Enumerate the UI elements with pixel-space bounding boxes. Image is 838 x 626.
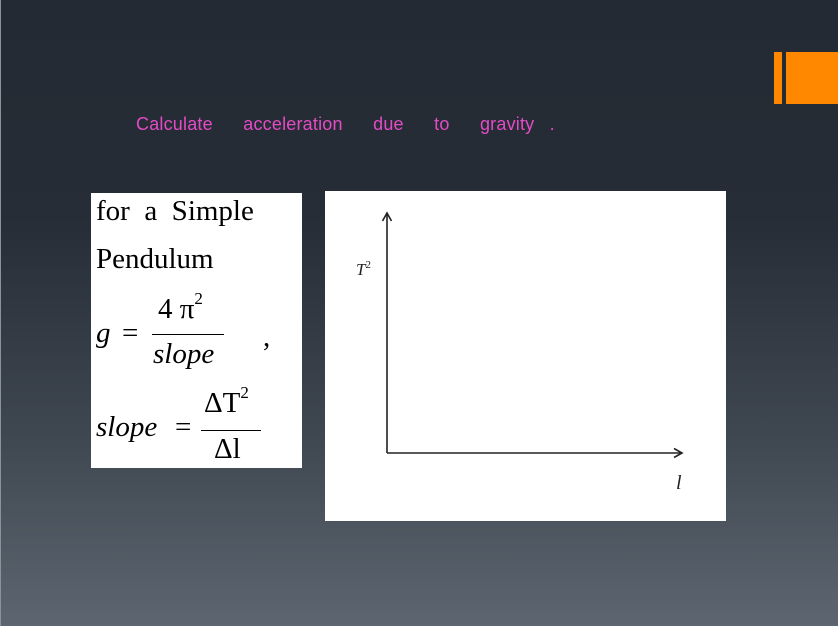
g-numerator-base: 4 π [158,293,195,325]
slope-numerator-base: ΔT [204,387,241,419]
y-axis-label-exponent: 2 [365,259,371,271]
y-axis-label: T2 [356,259,371,279]
g-symbol: g [96,317,111,349]
slope-numerator-exponent: 2 [240,383,249,402]
slide-title: Calculate acceleration due to gravity . [136,114,555,134]
graph-box: T2 l [325,191,726,521]
slope-symbol: slope [96,411,158,443]
equals-sign-1: = [122,317,139,349]
g-numerator-exponent: 2 [194,289,203,308]
axes-diagram: T2 l [356,211,684,494]
accent-bar-thin [774,52,782,104]
slope-numerator: ΔT2 [204,383,249,420]
slope-fraction-bar [201,430,261,432]
formula-box: for a Simple Pendulum g = 4 π2 slope , s… [91,193,302,468]
formula-line-2: Pendulum [96,243,214,275]
g-numerator: 4 π2 [158,289,203,326]
x-axis-label: l [676,472,682,494]
comma: , [263,321,271,353]
slide-left-edge [0,0,1,626]
g-fraction-bar [152,334,224,336]
g-denominator: slope [153,338,215,370]
equals-sign-2: = [175,411,192,443]
accent-bar-wide [786,52,838,104]
slope-denominator: Δl [214,433,241,465]
formula-line-1: for a Simple [96,195,254,227]
